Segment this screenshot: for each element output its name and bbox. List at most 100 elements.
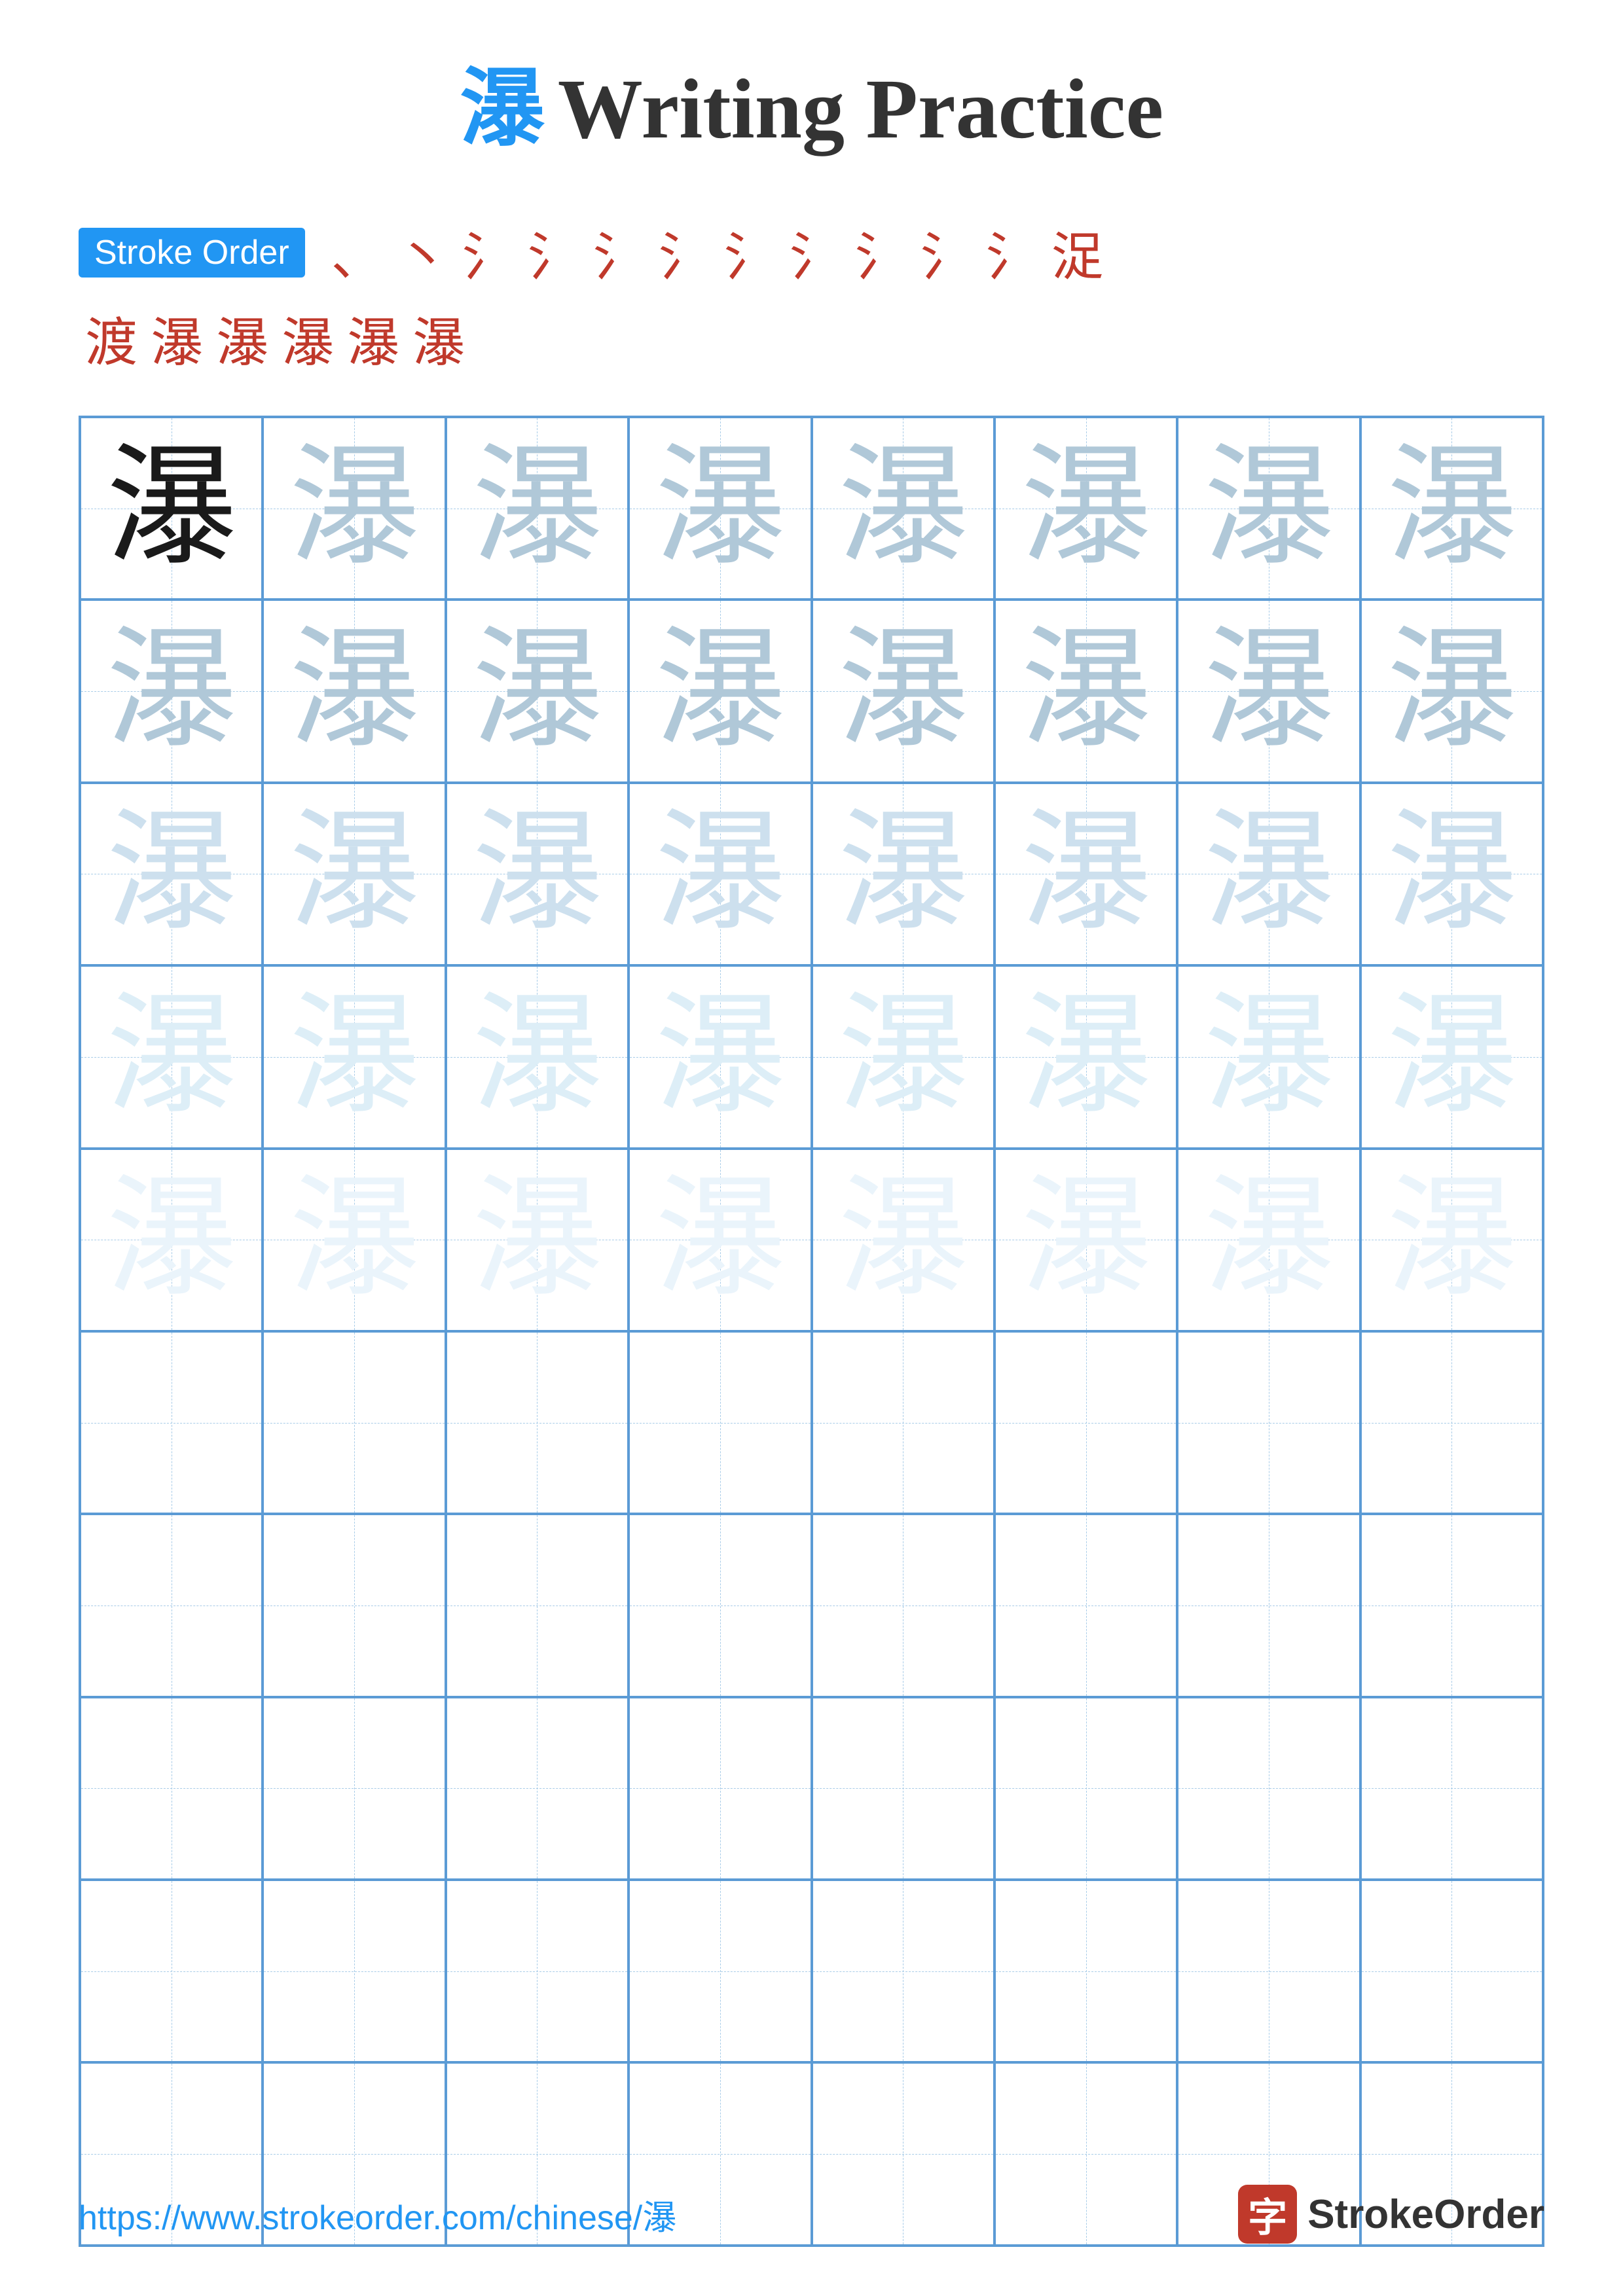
grid-cell[interactable]: 瀑 [812,965,994,1148]
grid-cell[interactable]: 瀑 [629,417,811,600]
grid-cell[interactable]: 瀑 [994,417,1177,600]
grid-cell[interactable] [629,1880,811,2062]
grid-cell[interactable]: 瀑 [80,417,263,600]
practice-char: 瀑 [1021,443,1152,574]
grid-cell[interactable] [1177,1331,1360,1514]
grid-row [80,1331,1543,1514]
grid-cell[interactable]: 瀑 [994,1149,1177,1331]
grid-cell[interactable]: 瀑 [629,965,811,1148]
grid-cell[interactable] [80,1697,263,1880]
practice-char: 瀑 [471,808,602,939]
title-text: Writing Practice [558,62,1163,156]
grid-row: 瀑瀑瀑瀑瀑瀑瀑瀑 [80,600,1543,782]
grid-cell[interactable] [812,1880,994,2062]
grid-cell[interactable]: 瀑 [812,1149,994,1331]
grid-cell[interactable] [263,1514,445,1696]
grid-cell[interactable] [446,1880,629,2062]
practice-char: 瀑 [289,626,420,757]
grid-cell[interactable]: 瀑 [1177,417,1360,600]
grid-cell[interactable]: 瀑 [1177,783,1360,965]
grid-cell[interactable]: 瀑 [1360,600,1543,782]
practice-char: 瀑 [106,808,237,939]
grid-cell[interactable]: 瀑 [1177,1149,1360,1331]
page: 瀑Writing Practice Stroke Order 、 丶 氵 氵 氵… [0,0,1623,2296]
practice-char: 瀑 [1203,1174,1334,1305]
grid-cell[interactable]: 瀑 [263,1149,445,1331]
practice-char: 瀑 [471,992,602,1122]
grid-cell[interactable]: 瀑 [629,1149,811,1331]
grid-row [80,1697,1543,1880]
stroke-char-9: 氵 [855,215,907,291]
grid-cell[interactable]: 瀑 [263,600,445,782]
grid-cell[interactable] [446,1697,629,1880]
grid-cell[interactable] [1360,1697,1543,1880]
grid-cell[interactable] [263,1880,445,2062]
grid-cell[interactable] [812,1331,994,1514]
practice-char: 瀑 [837,808,968,939]
stroke-char-2: 丶 [397,215,449,291]
grid-cell[interactable] [629,1331,811,1514]
grid-cell[interactable]: 瀑 [629,600,811,782]
grid-cell[interactable]: 瀑 [1360,1149,1543,1331]
grid-cell[interactable]: 瀑 [446,965,629,1148]
grid-cell[interactable] [994,1697,1177,1880]
stroke-char-4: 氵 [528,215,580,291]
grid-cell[interactable] [629,1697,811,1880]
grid-cell[interactable]: 瀑 [1360,965,1543,1148]
grid-cell[interactable] [263,1697,445,1880]
grid-cell[interactable]: 瀑 [629,783,811,965]
grid-cell[interactable]: 瀑 [80,1149,263,1331]
grid-cell[interactable]: 瀑 [80,600,263,782]
grid-cell[interactable] [446,1331,629,1514]
practice-char: 瀑 [837,443,968,574]
grid-row: 瀑瀑瀑瀑瀑瀑瀑瀑 [80,417,1543,600]
grid-cell[interactable]: 瀑 [1360,783,1543,965]
grid-cell[interactable]: 瀑 [80,965,263,1148]
grid-cell[interactable]: 瀑 [446,783,629,965]
practice-char: 瀑 [471,626,602,757]
practice-char: 瀑 [289,443,420,574]
grid-cell[interactable]: 瀑 [1177,965,1360,1148]
stroke-char-18: 瀑 [412,300,465,376]
grid-cell[interactable]: 瀑 [1177,600,1360,782]
grid-cell[interactable] [1177,1697,1360,1880]
grid-cell[interactable]: 瀑 [263,965,445,1148]
brand-icon: 字 [1238,2185,1297,2244]
grid-cell[interactable] [812,1697,994,1880]
grid-cell[interactable] [1360,1880,1543,2062]
grid-cell[interactable] [1177,1880,1360,2062]
grid-cell[interactable] [263,1331,445,1514]
grid-cell[interactable]: 瀑 [994,783,1177,965]
grid-cell[interactable]: 瀑 [994,600,1177,782]
grid-cell[interactable] [629,1514,811,1696]
grid-cell[interactable] [994,1880,1177,2062]
stroke-char-10: 氵 [921,215,973,291]
grid-cell[interactable]: 瀑 [263,783,445,965]
grid-cell[interactable] [1360,1331,1543,1514]
grid-cell[interactable] [80,1514,263,1696]
grid-cell[interactable]: 瀑 [812,783,994,965]
grid-cell[interactable] [80,1880,263,2062]
grid-cell[interactable] [812,1514,994,1696]
practice-char: 瀑 [289,808,420,939]
grid-cell[interactable]: 瀑 [812,417,994,600]
grid-cell[interactable]: 瀑 [263,417,445,600]
grid-cell[interactable] [80,1331,263,1514]
grid-cell[interactable] [994,1514,1177,1696]
grid-cell[interactable]: 瀑 [80,783,263,965]
practice-char: 瀑 [106,992,237,1122]
grid-cell[interactable]: 瀑 [446,1149,629,1331]
grid-cell[interactable] [994,1331,1177,1514]
grid-cell[interactable] [1360,1514,1543,1696]
grid-cell[interactable] [1177,1514,1360,1696]
practice-char: 瀑 [1203,992,1334,1122]
grid-cell[interactable]: 瀑 [1360,417,1543,600]
grid-cell[interactable] [446,1514,629,1696]
grid-cell[interactable]: 瀑 [812,600,994,782]
grid-row: 瀑瀑瀑瀑瀑瀑瀑瀑 [80,1149,1543,1331]
grid-cell[interactable]: 瀑 [994,965,1177,1148]
practice-char: 瀑 [837,992,968,1122]
grid-cell[interactable]: 瀑 [446,600,629,782]
grid-cell[interactable]: 瀑 [446,417,629,600]
grid-row: 瀑瀑瀑瀑瀑瀑瀑瀑 [80,783,1543,965]
